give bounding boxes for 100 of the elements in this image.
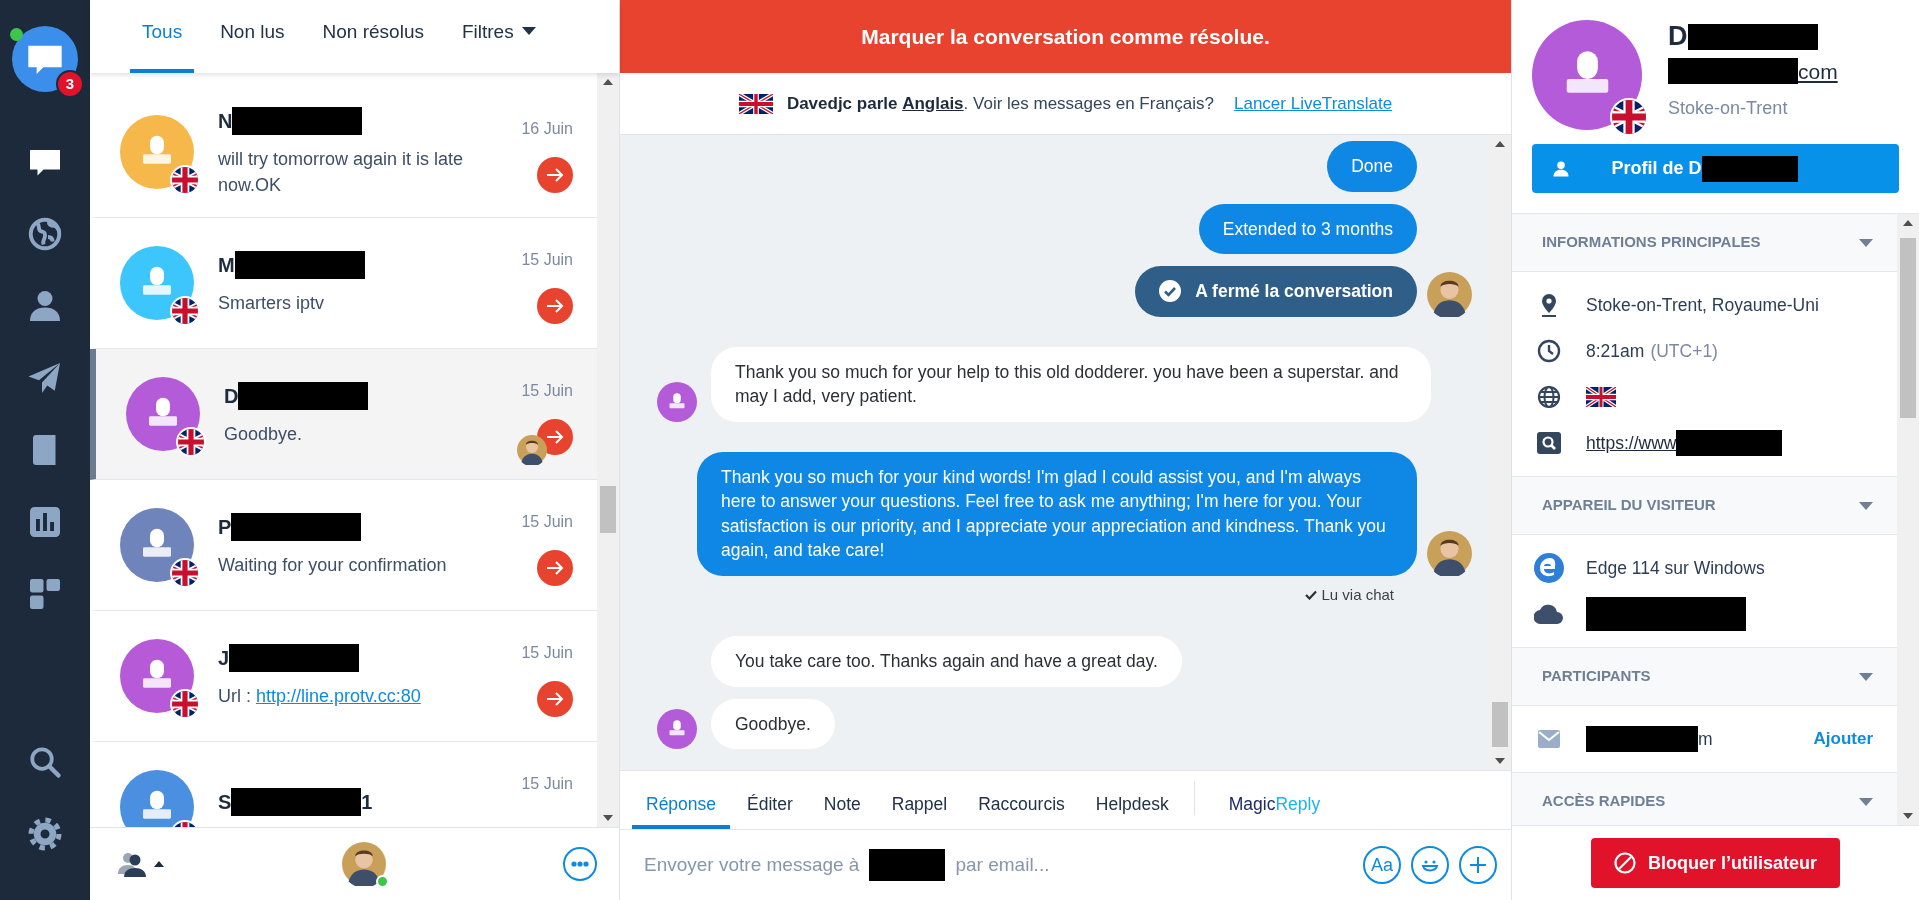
reply-tab[interactable]: Éditer: [733, 771, 807, 829]
scrollbar[interactable]: [597, 73, 619, 827]
conversation-item[interactable]: P Waiting for your confirmation 15 Juin: [90, 480, 597, 611]
message-bubble: You take care too. Thanks again and have a great day.: [711, 636, 1182, 687]
resolve-button[interactable]: Marquer la conversation comme résolue.: [620, 0, 1511, 73]
filter-tab[interactable]: Non résolus: [310, 0, 436, 73]
flag-icon: [1586, 387, 1616, 407]
reply-tab[interactable]: Rappel: [877, 771, 962, 829]
open-button[interactable]: [537, 157, 573, 193]
agents-button[interactable]: [118, 851, 164, 877]
section-header[interactable]: APPAREIL DU VISITEUR: [1512, 477, 1897, 535]
info-text: m: [1698, 727, 1713, 751]
notification-badge: 3: [56, 70, 84, 98]
conversation-date: 15 Juin: [521, 250, 573, 270]
format-button[interactable]: Aa: [1363, 846, 1401, 884]
caret-icon: [154, 861, 164, 867]
status-text: A fermé la conversation: [1195, 280, 1393, 303]
app-logo[interactable]: [12, 26, 78, 92]
placeholder-text: Envoyer votre message à: [644, 852, 860, 877]
contact-name: S: [218, 790, 232, 815]
message-bubble: Extended to 3 months: [1198, 203, 1417, 254]
block-icon: [1614, 852, 1636, 874]
check-icon: [1305, 589, 1318, 600]
search-icon[interactable]: [27, 744, 63, 780]
filter-tab[interactable]: Non lus: [208, 0, 297, 73]
add-button[interactable]: [1459, 846, 1497, 884]
filter-tab[interactable]: Tous: [130, 0, 195, 73]
section-title: ACCÈS RAPIDES: [1542, 791, 1666, 812]
scrollbar[interactable]: [1897, 214, 1919, 825]
info-text: Edge 114 sur Windows: [1586, 556, 1765, 580]
filter-tab[interactable]: Filtres: [449, 0, 548, 73]
section-header[interactable]: ACCÈS RAPIDES: [1512, 773, 1897, 825]
conversation-item[interactable]: M Smarters iptv 15 Juin: [90, 218, 597, 349]
conversation-item[interactable]: N will try tomorrow again it is late now.OK 16 Juin: [90, 87, 597, 218]
bar-chart-icon[interactable]: [27, 504, 63, 540]
plus-icon: [1468, 855, 1488, 875]
conversation-item[interactable]: J Url : http://line.protv.cc:80 15 Juin: [90, 611, 597, 742]
message-preview: Smarters iptv: [218, 291, 326, 315]
globe-icon[interactable]: [27, 216, 63, 252]
arrow-icon: [546, 299, 564, 313]
arrow-icon: [546, 561, 564, 575]
settings-icon[interactable]: [27, 816, 63, 852]
message-preview: will try tomorrow again it is late now.OK: [218, 147, 465, 197]
message-bubble: Thank you so much for your kind words! I'm glad I could assist you, and I'm always here to answer your questions. Feel free to ask me anything; I'm here for you. Your satisfaction is our priority, and I appreciate your appreciation and kindness. Thank you again, and take care!: [697, 451, 1417, 576]
conversation-date: 16 Juin: [521, 119, 573, 139]
message-preview: Goodbye.: [224, 422, 304, 446]
message-bubble: Goodbye.: [711, 698, 835, 749]
contact-name: D: [224, 383, 239, 409]
conversation-date: 15 Juin: [521, 381, 573, 401]
open-button[interactable]: [537, 288, 573, 324]
info-text: Stoke-on-Trent, Royaume-Uni: [1586, 293, 1819, 317]
timezone-text: (UTC+1): [1650, 339, 1718, 363]
section-header[interactable]: INFORMATIONS PRINCIPALES: [1512, 214, 1897, 272]
language-notice: Davedjc parle Anglais. Voir les messages en Français?: [786, 92, 1214, 115]
conversation-date: 15 Juin: [521, 774, 573, 794]
contact-name: 1: [361, 790, 373, 815]
website-link[interactable]: https://www: [1586, 429, 1677, 457]
reply-tab[interactable]: Raccourcis: [964, 771, 1079, 829]
add-link[interactable]: Ajouter: [1813, 726, 1873, 752]
conversation-item[interactable]: D Goodbye. 15 Juin: [90, 349, 597, 480]
arrow-icon: [546, 430, 564, 444]
conversation-date: 15 Juin: [521, 512, 573, 532]
caret-icon: [1859, 238, 1873, 247]
open-button[interactable]: [537, 681, 573, 717]
scrollbar[interactable]: [1489, 135, 1511, 770]
person-icon: [1552, 159, 1570, 178]
message-preview: Url : http://line.protv.cc:80: [218, 684, 422, 708]
message-bubble: Thank you so much for your help to this old dodderer. you have been a superstar. and may I add, very patient.: [711, 346, 1431, 422]
info-text: 8:21am: [1586, 339, 1645, 363]
read-receipt: Lu via chat: [1321, 584, 1394, 605]
dashboard-icon[interactable]: [27, 576, 63, 612]
flag-icon: [738, 93, 773, 114]
section-header[interactable]: PARTICIPANTS: [1512, 648, 1897, 706]
caret-icon: [1859, 501, 1873, 510]
email-link[interactable]: com: [1798, 55, 1838, 88]
open-button[interactable]: [537, 550, 573, 586]
check-icon: [1159, 280, 1182, 303]
placeholder-text: par email...: [955, 852, 1050, 877]
caret-icon: [1859, 797, 1873, 806]
section-title: INFORMATIONS PRINCIPALES: [1542, 232, 1761, 253]
contact-name: M: [218, 252, 235, 278]
message-bubble: Done: [1327, 141, 1417, 192]
section-title: PARTICIPANTS: [1542, 666, 1651, 687]
contact-name: P: [218, 514, 232, 540]
emoji-button[interactable]: [1411, 846, 1449, 884]
url-link[interactable]: http://line.protv.cc:80: [256, 685, 421, 706]
avatar-icon: [341, 842, 386, 886]
block-user-button[interactable]: Bloquer l’utilisateur: [1591, 838, 1840, 888]
person-icon[interactable]: [27, 288, 63, 324]
more-button[interactable]: [563, 847, 597, 881]
reply-tab[interactable]: Note: [809, 771, 875, 829]
section-title: APPAREIL DU VISITEUR: [1542, 495, 1716, 516]
translate-link[interactable]: Lancer LiveTranslate: [1234, 90, 1393, 117]
contact-city: Stoke-on-Trent: [1668, 97, 1789, 121]
conversation-date: 15 Juin: [521, 643, 573, 663]
message-preview: Waiting for your confirmation: [218, 553, 448, 577]
reply-tab[interactable]: MagicReply: [1214, 771, 1335, 829]
arrow-icon: [546, 692, 564, 706]
reply-tab[interactable]: Helpdesk: [1081, 771, 1183, 829]
people-icon: [118, 851, 148, 877]
